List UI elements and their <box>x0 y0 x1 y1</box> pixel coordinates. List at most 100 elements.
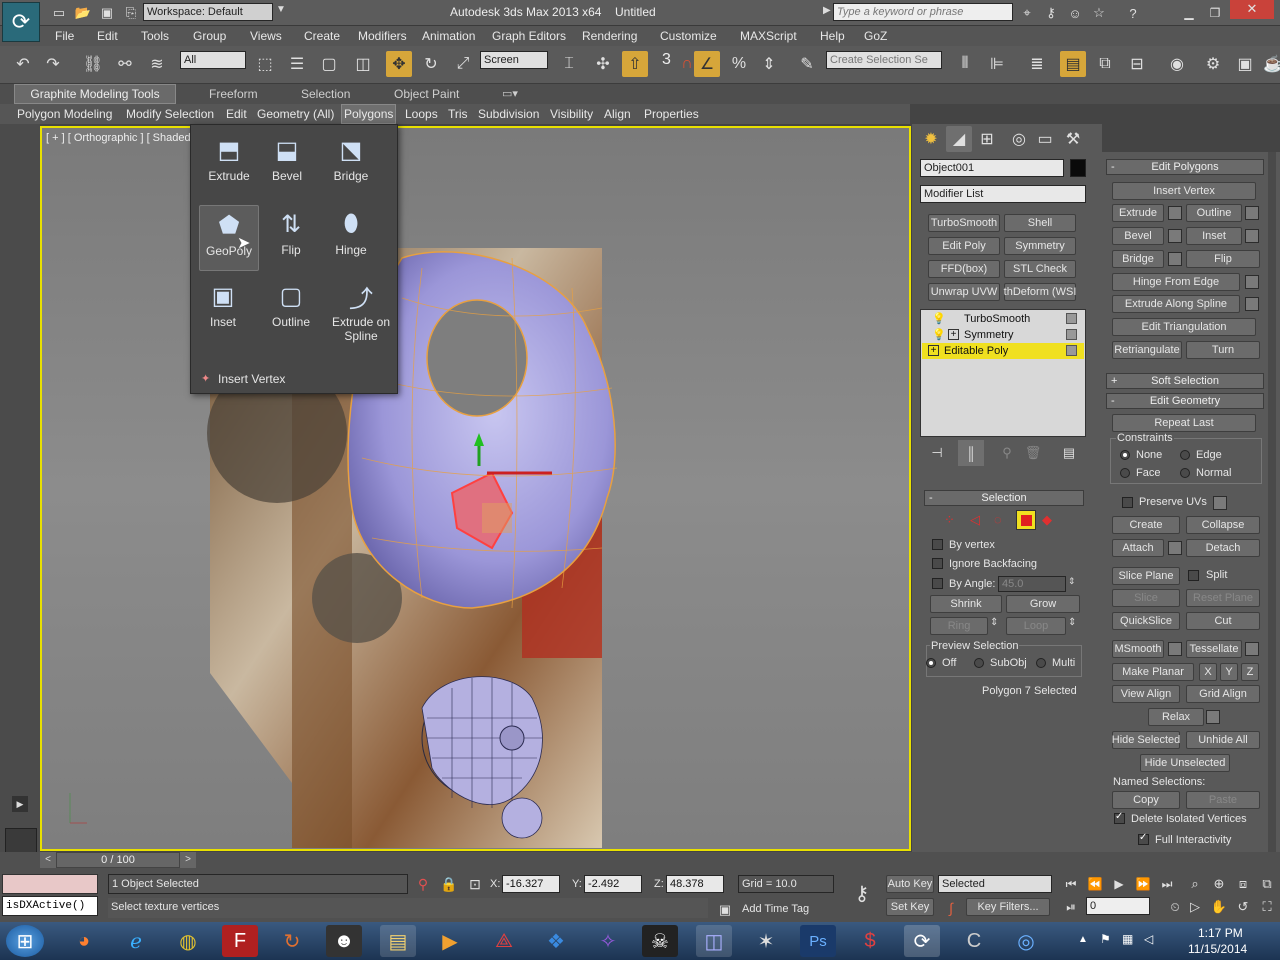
extrude-along-spline-button[interactable]: Extrude Along Spline <box>1112 295 1240 313</box>
bevel-settings-icon[interactable] <box>1168 229 1182 243</box>
remove-modifier-icon[interactable]: 🗑 <box>1020 440 1046 466</box>
blue-app-icon[interactable]: ◎ <box>1008 925 1044 957</box>
undo-icon[interactable]: ↶ <box>10 51 36 77</box>
create-tab-icon[interactable]: ✹ <box>918 126 944 152</box>
search-arrow-icon[interactable]: ▶ <box>823 5 831 16</box>
soft-selection-rollout-header[interactable]: + Soft Selection <box>1106 373 1264 389</box>
z-coord-input[interactable]: 48.378 <box>666 875 724 893</box>
key-icon[interactable]: ⚷ <box>1038 0 1064 26</box>
pin-stack-icon[interactable]: ⊣ <box>924 440 950 466</box>
preserve-uvs-settings-icon[interactable] <box>1213 496 1227 510</box>
constraint-edge-radio[interactable] <box>1180 450 1190 460</box>
new-file-icon[interactable]: ▭ <box>46 0 72 26</box>
set-key-big-icon[interactable]: ⚷ <box>846 880 878 906</box>
menu-rendering[interactable]: Rendering <box>582 26 637 46</box>
edge-mode-icon[interactable]: ◁ <box>970 512 980 528</box>
scale-icon[interactable]: ⤢ <box>450 51 476 77</box>
time-tag-icon[interactable]: ▣ <box>712 897 738 923</box>
pan-icon[interactable]: ✋ <box>1206 894 1232 920</box>
chevron-down-icon[interactable]: ▼ <box>276 4 286 15</box>
tray-arrow-icon[interactable]: ▲ <box>1078 934 1088 945</box>
star-icon[interactable]: ☆ <box>1086 0 1112 26</box>
display-tab-icon[interactable]: ▭ <box>1032 126 1058 152</box>
angle-input[interactable]: 45.0 <box>998 576 1066 592</box>
alien-app-icon[interactable]: ☻ <box>326 925 362 957</box>
firefox-icon[interactable]: ◕ <box>66 925 102 957</box>
extrude-on-spline-tool[interactable]: ⤴ Extrude on Spline <box>329 279 393 344</box>
extrude-button[interactable]: Extrude <box>1112 204 1164 222</box>
repeat-last-button[interactable]: Repeat Last <box>1112 414 1256 432</box>
view-align-button[interactable]: View Align <box>1112 685 1180 703</box>
dropbox-icon[interactable]: ❖ <box>538 925 574 957</box>
current-frame-input[interactable]: 0 <box>1086 897 1150 915</box>
hide-unselected-button[interactable]: Hide Unselected <box>1140 754 1230 772</box>
quickslice-button[interactable]: QuickSlice <box>1112 612 1180 630</box>
border-mode-icon[interactable]: ◌ <box>994 512 1002 527</box>
sync-app-icon[interactable]: ↻ <box>274 925 310 957</box>
chrome-icon[interactable]: ◍ <box>170 925 206 957</box>
reset-plane-button[interactable]: Reset Plane <box>1186 589 1260 607</box>
play-icon[interactable]: ▶ <box>1106 871 1132 897</box>
hide-selected-button[interactable]: Hide Selected <box>1112 731 1180 749</box>
subtab-loops[interactable]: Loops <box>405 104 438 124</box>
object-color-swatch[interactable] <box>1070 159 1086 177</box>
app-logo-icon[interactable]: ⟳ <box>2 2 40 42</box>
set-key-button[interactable]: Set Key <box>886 898 934 916</box>
turbosmooth-button[interactable]: TurboSmooth <box>928 214 1000 232</box>
slice-button[interactable]: Slice <box>1112 589 1180 607</box>
tray-flag-icon[interactable]: ⚑ <box>1100 932 1111 946</box>
ffd-box-button[interactable]: FFD(box) <box>928 260 1000 278</box>
menu-file[interactable]: File <box>55 26 74 46</box>
stack-item-turbosmooth[interactable]: 💡 TurboSmooth <box>922 311 1084 327</box>
selection-rollout-header[interactable]: - Selection <box>924 490 1084 506</box>
bridge-tool[interactable]: ⬔ Bridge <box>321 133 381 184</box>
by-angle-checkbox[interactable] <box>932 578 943 589</box>
relax-button[interactable]: Relax <box>1148 708 1204 726</box>
maximize-viewport-icon[interactable]: ⛶ <box>1254 894 1280 920</box>
render-setup-icon[interactable]: ⚙ <box>1200 51 1226 77</box>
tab-selection[interactable]: Selection <box>301 84 350 104</box>
inset-settings-icon[interactable] <box>1245 229 1259 243</box>
menu-help[interactable]: Help <box>820 26 845 46</box>
spinner-snap-icon[interactable]: ⇕ <box>756 51 782 77</box>
delete-isolated-checkbox[interactable] <box>1114 811 1125 824</box>
planar-z-button[interactable]: Z <box>1241 663 1259 681</box>
percent-snap-icon[interactable]: % <box>726 51 752 77</box>
minimize-icon[interactable]: ▁ <box>1176 0 1202 26</box>
polygon-mode-icon[interactable] <box>1016 510 1036 530</box>
select-by-name-icon[interactable]: ☰ <box>284 51 310 77</box>
ribbon-options-icon[interactable]: ▭▾ <box>502 84 518 104</box>
curve-editor-icon[interactable]: ⧉ <box>1092 51 1118 77</box>
panel-scrollbar[interactable] <box>1268 152 1276 862</box>
link-icon[interactable]: ⛓ <box>80 51 106 77</box>
split-checkbox[interactable] <box>1188 570 1199 581</box>
absolute-mode-icon[interactable]: ⊡ <box>462 871 488 897</box>
grow-button[interactable]: Grow <box>1006 595 1080 613</box>
menu-goz[interactable]: GoZ <box>864 26 887 46</box>
menu-edit[interactable]: Edit <box>97 26 118 46</box>
inset-button[interactable]: Inset <box>1186 227 1242 245</box>
outline-button[interactable]: Outline <box>1186 204 1242 222</box>
start-button-icon[interactable]: ⊞ <box>6 925 44 957</box>
subtab-properties[interactable]: Properties <box>644 104 699 124</box>
key-selection-select[interactable]: Selected <box>938 875 1052 893</box>
detach-button[interactable]: Detach <box>1186 539 1260 557</box>
make-unique-icon[interactable]: ⚲ <box>994 440 1020 466</box>
shell-button[interactable]: Shell <box>1004 214 1076 232</box>
time-slider[interactable]: 0 / 100 <box>56 852 180 868</box>
field-of-view-icon[interactable]: ▷ <box>1182 894 1208 920</box>
edit-poly-button[interactable]: Edit Poly <box>928 237 1000 255</box>
lightbulb-icon[interactable]: 💡 <box>932 311 946 327</box>
y-coord-input[interactable]: -2.492 <box>584 875 642 893</box>
copy-button[interactable]: Copy <box>1112 791 1180 809</box>
grid-align-button[interactable]: Grid Align <box>1186 685 1260 703</box>
time-slider-next[interactable]: > <box>180 852 196 868</box>
render-icon[interactable]: ☕ <box>1260 51 1280 77</box>
key-mode-icon[interactable]: ∫ <box>938 895 964 921</box>
ring-button[interactable]: Ring <box>930 617 988 635</box>
undo-title-icon[interactable]: ⎘ <box>118 0 144 26</box>
symmetry-button[interactable]: Symmetry <box>1004 237 1076 255</box>
lock-selection-icon[interactable]: 🔒 <box>436 871 462 897</box>
hinge-settings-icon[interactable] <box>1245 275 1259 289</box>
motion-tab-icon[interactable]: ◎ <box>1006 126 1032 152</box>
